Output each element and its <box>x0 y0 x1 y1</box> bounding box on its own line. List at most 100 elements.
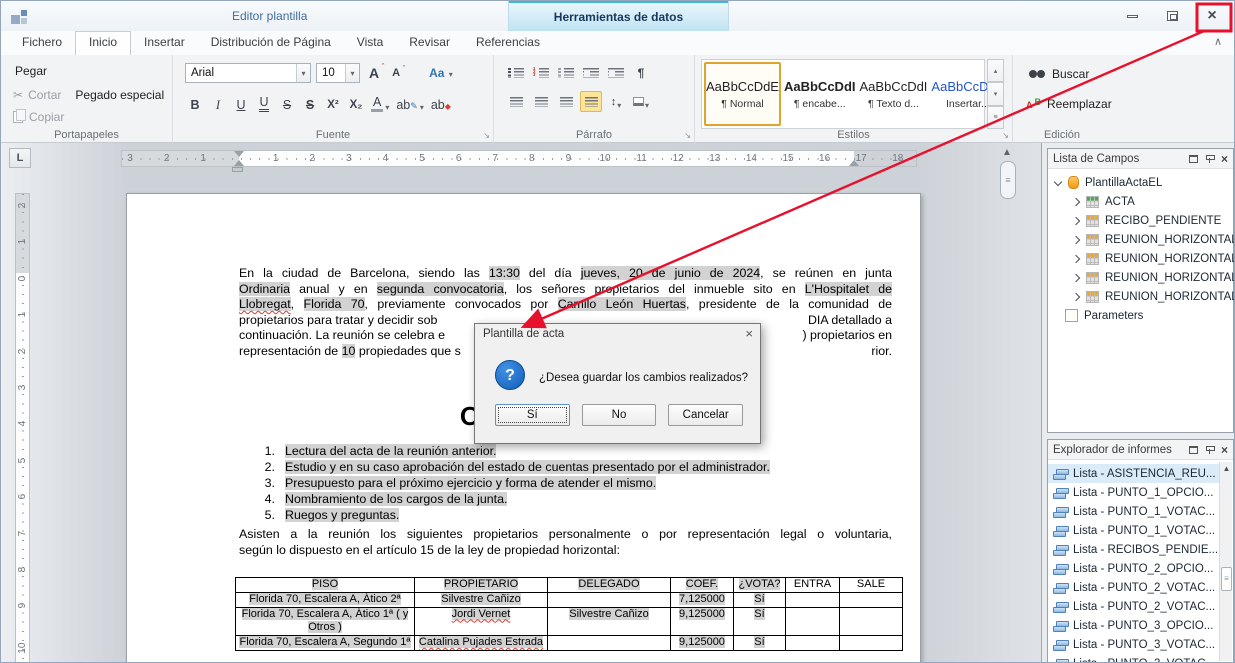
tree-item[interactable]: REUNION_HORIZONTAL... <box>1048 287 1233 306</box>
chevron-down-icon[interactable]: ▾ <box>296 64 310 82</box>
double-strikethrough-button[interactable]: S <box>300 93 320 113</box>
align-right-button[interactable] <box>555 91 577 112</box>
table-cell[interactable]: Silvestre Cañizo <box>548 607 671 636</box>
report-list-item[interactable]: Lista - RECIBOS_PENDIE... <box>1048 540 1220 559</box>
report-list-item[interactable]: Lista - PUNTO_2_VOTAC... <box>1048 578 1220 597</box>
table-cell[interactable]: 7,125000 <box>671 592 734 607</box>
font-color-dropdown[interactable]: ▾ <box>385 103 389 112</box>
table-header-cell[interactable]: ENTRA <box>786 578 840 593</box>
left-indent-box[interactable] <box>232 167 243 172</box>
report-list-item[interactable]: Lista - PUNTO_3_VOTAC... <box>1048 635 1220 654</box>
tab-inicio[interactable]: Inicio <box>75 31 131 55</box>
line-spacing-button[interactable]: ↕▾ <box>605 91 627 112</box>
tab-fichero[interactable]: Fichero <box>9 31 75 55</box>
table-cell[interactable]: Florida 70, Escalera A, Ático 2ª <box>236 592 415 607</box>
styles-more-button[interactable]: ≡ <box>987 106 1004 129</box>
font-size-select[interactable]: 10▾ <box>316 63 360 83</box>
style-encabe[interactable]: AaBbCcDdI¶ encabe... <box>783 62 857 126</box>
styles-scroll-down-button[interactable]: ▾ <box>987 82 1004 105</box>
tree-item[interactable]: RECIBO_PENDIENTE <box>1048 211 1233 230</box>
tree-item-parameters[interactable]: Parameters <box>1048 306 1233 325</box>
shading-dropdown[interactable]: ▾ <box>645 101 649 110</box>
table-cell[interactable] <box>786 607 840 636</box>
styles-dialog-launcher[interactable]: ↘ <box>1002 131 1009 140</box>
chevron-right-icon[interactable] <box>1072 273 1080 281</box>
align-center-button[interactable] <box>530 91 552 112</box>
table-cell[interactable]: Florida 70, Escalera A, Ático 1ª ( y Otr… <box>236 607 415 636</box>
float-panel-icon[interactable] <box>1189 446 1198 454</box>
tree-item[interactable]: REUNION_HORIZONTAL... <box>1048 230 1233 249</box>
close-panel-icon[interactable]: × <box>1221 444 1228 456</box>
report-list-item[interactable]: Lista - PUNTO_2_VOTAC... <box>1048 597 1220 616</box>
grow-font-button[interactable]: Aˆ <box>365 65 383 81</box>
scrollbar-thumb[interactable]: ≡ <box>1221 567 1232 591</box>
tab-vista[interactable]: Vista <box>344 31 396 55</box>
cut-button[interactable]: ✂Cortar <box>13 88 61 102</box>
font-family-select[interactable]: Arial▾ <box>185 63 311 83</box>
chevron-right-icon[interactable] <box>1072 235 1080 243</box>
scroll-up-button[interactable]: ▲ <box>1221 464 1232 473</box>
style-texto-d[interactable]: AaBbCcDdI¶ Texto d... <box>859 62 929 126</box>
table-cell[interactable] <box>786 592 840 607</box>
report-list-item[interactable]: Lista - PUNTO_3_OPCIO... <box>1048 616 1220 635</box>
table-cell[interactable]: Catalina Pujades Estrada <box>415 636 548 651</box>
table-cell[interactable] <box>840 607 903 636</box>
report-list-item[interactable]: Lista - PUNTO_1_VOTAC... <box>1048 502 1220 521</box>
find-button[interactable]: Buscar <box>1029 67 1089 81</box>
close-panel-icon[interactable]: × <box>1221 153 1228 165</box>
strikethrough-button[interactable]: S <box>277 93 297 113</box>
tab-insertar[interactable]: Insertar <box>131 31 198 55</box>
chevron-right-icon[interactable] <box>1072 197 1080 205</box>
report-list-item[interactable]: Lista - PUNTO_1_VOTAC... <box>1048 521 1220 540</box>
table-header-cell[interactable]: SALE <box>840 578 903 593</box>
replace-button[interactable]: Reemplazar <box>1026 97 1112 111</box>
table-header-cell[interactable]: PISO <box>236 578 415 593</box>
table-cell[interactable] <box>548 636 671 651</box>
table-header-cell[interactable]: PROPIETARIO <box>415 578 548 593</box>
dialog-close-icon[interactable]: × <box>745 326 753 341</box>
tab-revisar[interactable]: Revisar <box>396 31 463 55</box>
text-highlight-dropdown[interactable]: ▾ <box>420 103 424 112</box>
table-cell[interactable] <box>840 636 903 651</box>
chevron-down-icon[interactable]: ▾ <box>345 64 359 82</box>
bold-button[interactable]: B <box>185 93 205 113</box>
restore-button[interactable] <box>1160 6 1184 26</box>
decrease-indent-button[interactable] <box>580 62 602 83</box>
vertical-scrollbar-thumb[interactable]: ≡ <box>1000 161 1016 199</box>
justify-button[interactable] <box>580 91 602 112</box>
table-header-cell[interactable]: COEF. <box>671 578 734 593</box>
pin-panel-icon[interactable] <box>1205 445 1214 454</box>
float-panel-icon[interactable] <box>1189 155 1198 163</box>
tree-item-root[interactable]: PlantillaActaEL <box>1048 173 1233 192</box>
paragraph-dialog-launcher[interactable]: ↘ <box>684 131 691 140</box>
table-cell[interactable]: Jordi Vernet <box>415 607 548 636</box>
tree-item[interactable]: REUNION_HORIZONTAL... <box>1048 249 1233 268</box>
style-normal[interactable]: AaBbCcDdE¶ Normal <box>704 62 781 126</box>
table-cell[interactable]: Sí <box>734 636 786 651</box>
increase-indent-button[interactable] <box>605 62 627 83</box>
table-cell[interactable]: 9,125000 <box>671 607 734 636</box>
hanging-indent-marker[interactable] <box>234 160 244 166</box>
table-cell[interactable]: 9,125000 <box>671 636 734 651</box>
subscript-button[interactable]: X₂ <box>346 93 366 113</box>
first-line-indent-marker[interactable] <box>234 151 244 157</box>
chevron-right-icon[interactable] <box>1072 216 1080 224</box>
vertical-ruler[interactable]: 21012345678910 <box>15 193 30 663</box>
no-button[interactable]: No <box>582 404 657 426</box>
tab-referencias[interactable]: Referencias <box>463 31 553 55</box>
table-cell[interactable] <box>840 592 903 607</box>
cancelar-button[interactable]: Cancelar <box>668 404 743 426</box>
horizontal-ruler[interactable]: 321123456789101112131415161718 <box>121 150 917 167</box>
close-button[interactable]: × <box>1200 6 1224 26</box>
shrink-font-button[interactable]: Aˆ <box>388 67 404 79</box>
copy-button[interactable]: Copiar <box>29 110 64 124</box>
table-cell[interactable] <box>786 636 840 651</box>
superscript-button[interactable]: X² <box>323 93 343 113</box>
table-cell[interactable]: Sí <box>734 607 786 636</box>
italic-button[interactable]: I <box>208 93 228 113</box>
tree-item[interactable]: REUNION_HORIZONTAL... <box>1048 268 1233 287</box>
tab-distribuci-n-de-p-gina[interactable]: Distribución de Página <box>198 31 344 55</box>
chevron-down-icon[interactable] <box>1054 177 1062 185</box>
shading-button[interactable]: ▾ <box>630 91 652 112</box>
tree-item[interactable]: ACTA <box>1048 192 1233 211</box>
